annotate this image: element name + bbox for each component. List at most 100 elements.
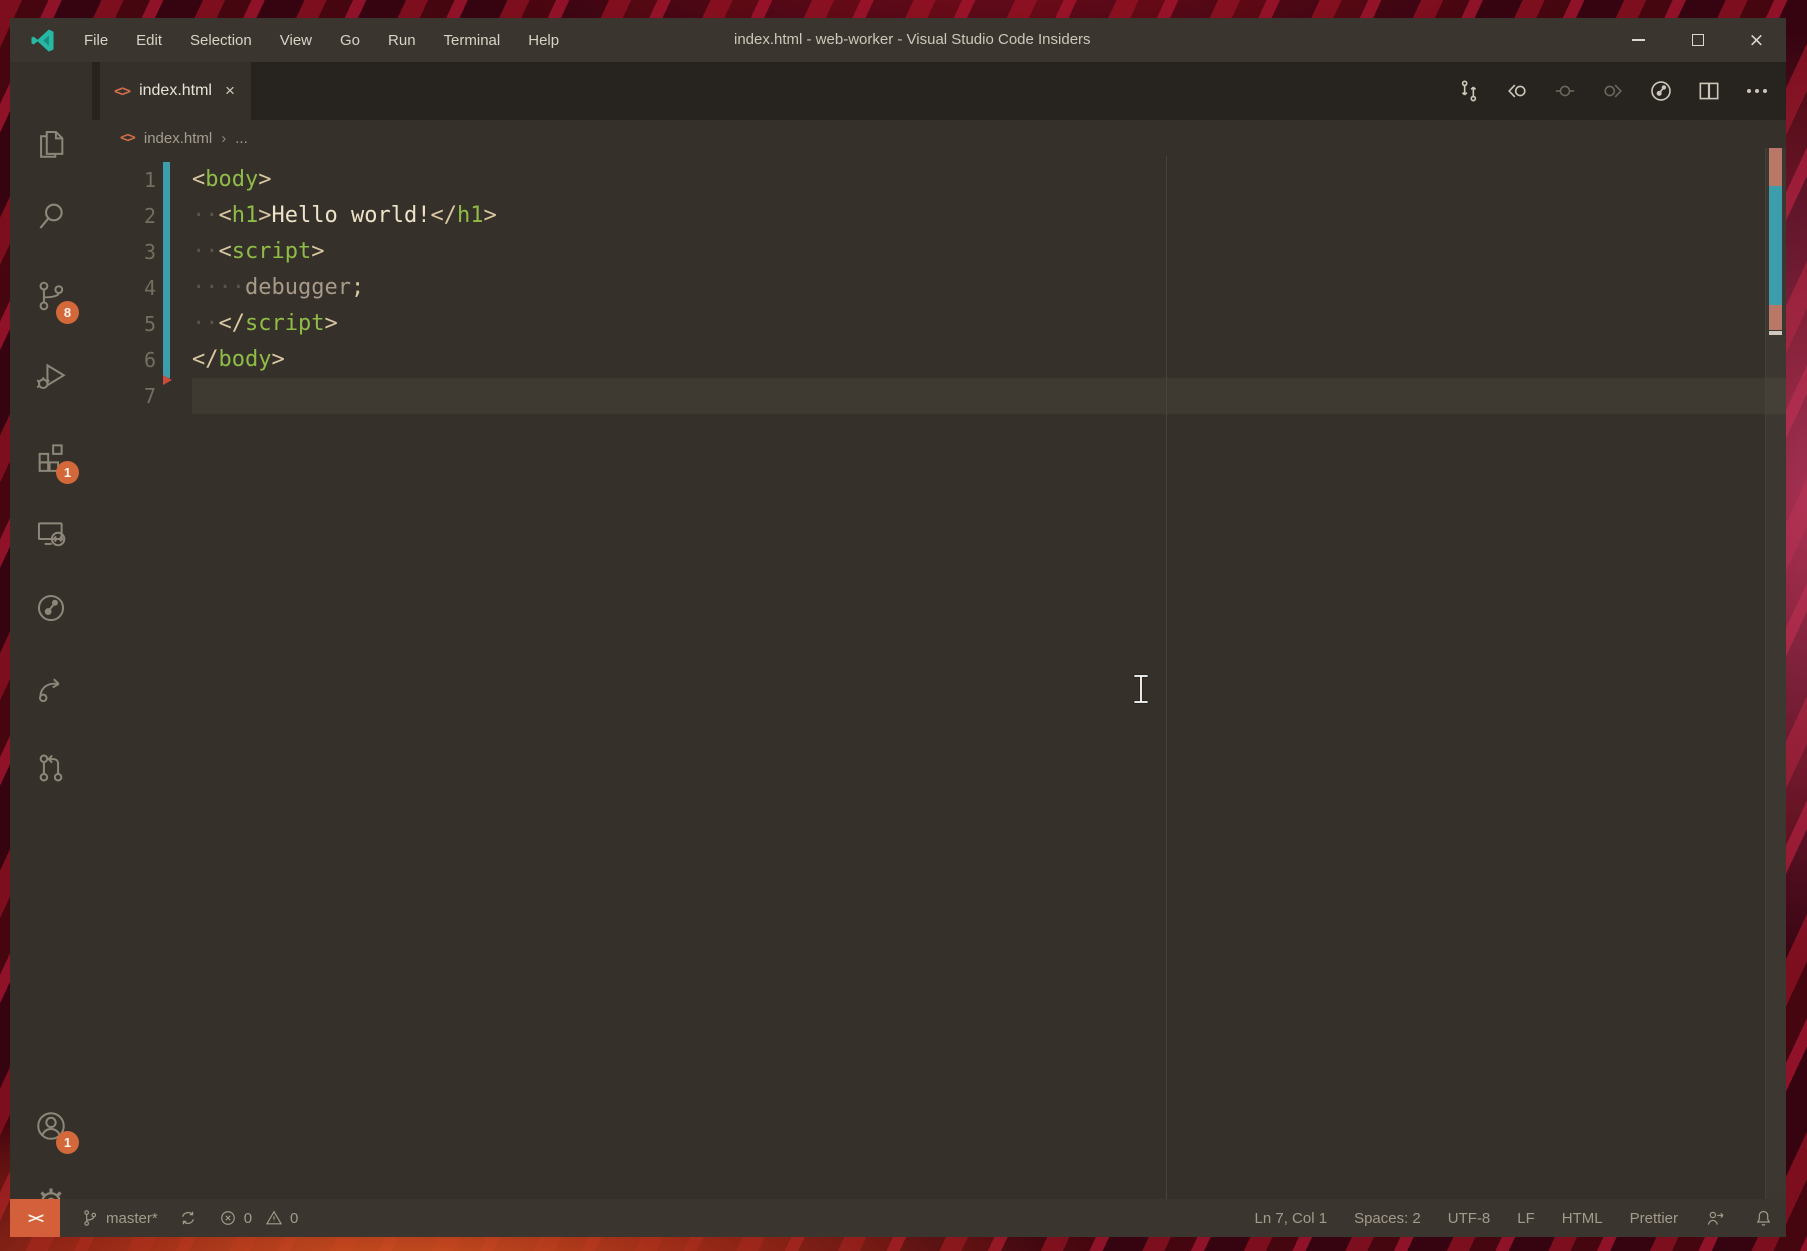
- breadcrumb-ellipsis[interactable]: ...: [235, 130, 248, 147]
- menu-item-edit[interactable]: Edit: [122, 18, 176, 62]
- line-number: 5: [92, 306, 156, 342]
- overview-decoration-change-pink-top: [1769, 148, 1782, 186]
- code-line-5[interactable]: ··</script>: [192, 306, 1764, 342]
- sync-button[interactable]: [178, 1199, 198, 1237]
- line-number: 4: [92, 270, 156, 306]
- menu-bar: FileEditSelectionViewGoRunTerminalHelp: [70, 18, 573, 62]
- explorer-icon: [34, 127, 68, 161]
- code-line-4[interactable]: ····debugger;: [192, 270, 1764, 306]
- error-count: 0: [244, 1210, 252, 1227]
- git-branch-icon: [80, 1208, 100, 1228]
- indentation[interactable]: Spaces: 2: [1354, 1199, 1421, 1237]
- line-number: 2: [92, 198, 156, 234]
- status-bar-left: >< master* 0 0: [10, 1199, 298, 1237]
- problems-button[interactable]: 0 0: [218, 1199, 299, 1237]
- menu-item-selection[interactable]: Selection: [176, 18, 266, 62]
- gitlens-file-history-icon[interactable]: [1645, 76, 1676, 107]
- encoding[interactable]: UTF-8: [1448, 1199, 1491, 1237]
- sidebar-item-explorer[interactable]: [10, 108, 92, 180]
- feedback-icon: [1705, 1208, 1726, 1229]
- title-bar: FileEditSelectionViewGoRunTerminalHelp i…: [10, 18, 1786, 62]
- line-number: 7: [92, 378, 156, 414]
- scrollbar-overview-ruler[interactable]: [1765, 148, 1786, 1199]
- desktop-wallpaper: FileEditSelectionViewGoRunTerminalHelp i…: [0, 0, 1807, 1251]
- open-changes-icon[interactable]: [1453, 76, 1484, 107]
- vscode-insiders-logo-icon: [29, 27, 56, 54]
- extensions-badge: 1: [56, 461, 79, 484]
- remote-indicator[interactable]: ><: [10, 1199, 60, 1237]
- eol-sequence[interactable]: LF: [1517, 1199, 1535, 1237]
- sidebar-item-gitlens-inspect[interactable]: [10, 652, 92, 724]
- code-line-2[interactable]: ··<h1>Hello world!</h1>: [192, 198, 1764, 234]
- maximize-button[interactable]: [1668, 18, 1727, 62]
- maximize-icon: [1692, 34, 1704, 46]
- notifications-button[interactable]: [1753, 1199, 1774, 1237]
- vscode-window: FileEditSelectionViewGoRunTerminalHelp i…: [10, 18, 1786, 1237]
- remote-explorer-icon: [34, 517, 68, 551]
- branch-button[interactable]: master*: [80, 1199, 158, 1237]
- minimize-button[interactable]: [1609, 18, 1668, 62]
- overview-decoration-change-teal: [1769, 186, 1782, 305]
- menu-item-view[interactable]: View: [266, 18, 326, 62]
- sidebar-item-github-pull-requests[interactable]: [10, 732, 92, 804]
- sidebar-item-run-debug[interactable]: [10, 340, 92, 412]
- overview-decoration-change-pink-bottom: [1769, 305, 1782, 330]
- editor-actions: [1453, 62, 1772, 120]
- more-actions-icon[interactable]: [1741, 76, 1772, 107]
- sidebar-item-source-control[interactable]: 8: [10, 260, 92, 332]
- code-line-6[interactable]: </body>: [192, 342, 1764, 378]
- remote-icon: ><: [28, 1209, 42, 1227]
- previous-change-icon[interactable]: [1501, 76, 1532, 107]
- window-controls: ×: [1609, 18, 1786, 62]
- sync-icon: [178, 1208, 198, 1228]
- code-line-3[interactable]: ··<script>: [192, 234, 1764, 270]
- menu-item-terminal[interactable]: Terminal: [430, 18, 515, 62]
- cursor-position[interactable]: Ln 7, Col 1: [1255, 1199, 1328, 1237]
- code-line-1[interactable]: <body>: [192, 162, 1764, 198]
- sidebar-item-extensions[interactable]: 1: [10, 420, 92, 492]
- gutter-deleted-marker: [163, 375, 172, 385]
- gutter-change-icon[interactable]: [1549, 76, 1580, 107]
- split-editor-icon[interactable]: [1693, 76, 1724, 107]
- feedback-button[interactable]: [1705, 1199, 1726, 1237]
- sidebar-item-gitlens[interactable]: [10, 572, 92, 644]
- menu-item-go[interactable]: Go: [326, 18, 374, 62]
- errors-icon: [218, 1208, 238, 1228]
- sidebar-item-remote-explorer[interactable]: [10, 498, 92, 570]
- breadcrumb-file-icon: <>: [120, 130, 135, 146]
- code-editor[interactable]: 1234567 <body>··<h1>Hello world!</h1>··<…: [92, 156, 1786, 1199]
- overview-decoration-cursor-line-marker: [1769, 331, 1782, 335]
- line-number: 3: [92, 234, 156, 270]
- tab-index-html[interactable]: <> index.html ×: [100, 62, 251, 120]
- language-mode[interactable]: HTML: [1562, 1199, 1603, 1237]
- accounts-badge: 1: [56, 1131, 79, 1154]
- sidebar-item-search[interactable]: [10, 180, 92, 252]
- status-bar: >< master* 0 0 Ln 7, Col 1 Spaces: [10, 1199, 1786, 1237]
- breadcrumb-separator: ›: [221, 130, 226, 147]
- menu-item-help[interactable]: Help: [514, 18, 573, 62]
- breadcrumb: <> index.html › ...: [92, 120, 1786, 156]
- menu-item-file[interactable]: File: [70, 18, 122, 62]
- html-file-icon: <>: [114, 82, 130, 100]
- sidebar-item-accounts[interactable]: 1: [10, 1090, 92, 1162]
- search-icon: [34, 199, 68, 233]
- menu-item-run[interactable]: Run: [374, 18, 430, 62]
- activity-bar: 8 1 1: [10, 62, 92, 1199]
- line-number: 1: [92, 162, 156, 198]
- close-button[interactable]: ×: [1727, 18, 1786, 62]
- source-control-badge: 8: [56, 301, 79, 324]
- breadcrumb-item-file[interactable]: index.html: [144, 130, 212, 147]
- tab-close-icon[interactable]: ×: [221, 81, 235, 101]
- tab-label: index.html: [139, 82, 212, 100]
- status-bar-right: Ln 7, Col 1 Spaces: 2 UTF-8 LF HTML Pret…: [1255, 1199, 1774, 1237]
- gutter-change-bar: [163, 162, 170, 378]
- formatter[interactable]: Prettier: [1630, 1199, 1678, 1237]
- close-icon: ×: [1749, 31, 1765, 50]
- line-number: 6: [92, 342, 156, 378]
- bell-icon: [1753, 1208, 1774, 1229]
- code-line-7[interactable]: [192, 378, 1764, 414]
- minimize-icon: [1632, 39, 1645, 41]
- window-title: index.html - web-worker - Visual Studio …: [734, 18, 1091, 62]
- gitlens-icon: [34, 591, 68, 625]
- next-change-icon[interactable]: [1597, 76, 1628, 107]
